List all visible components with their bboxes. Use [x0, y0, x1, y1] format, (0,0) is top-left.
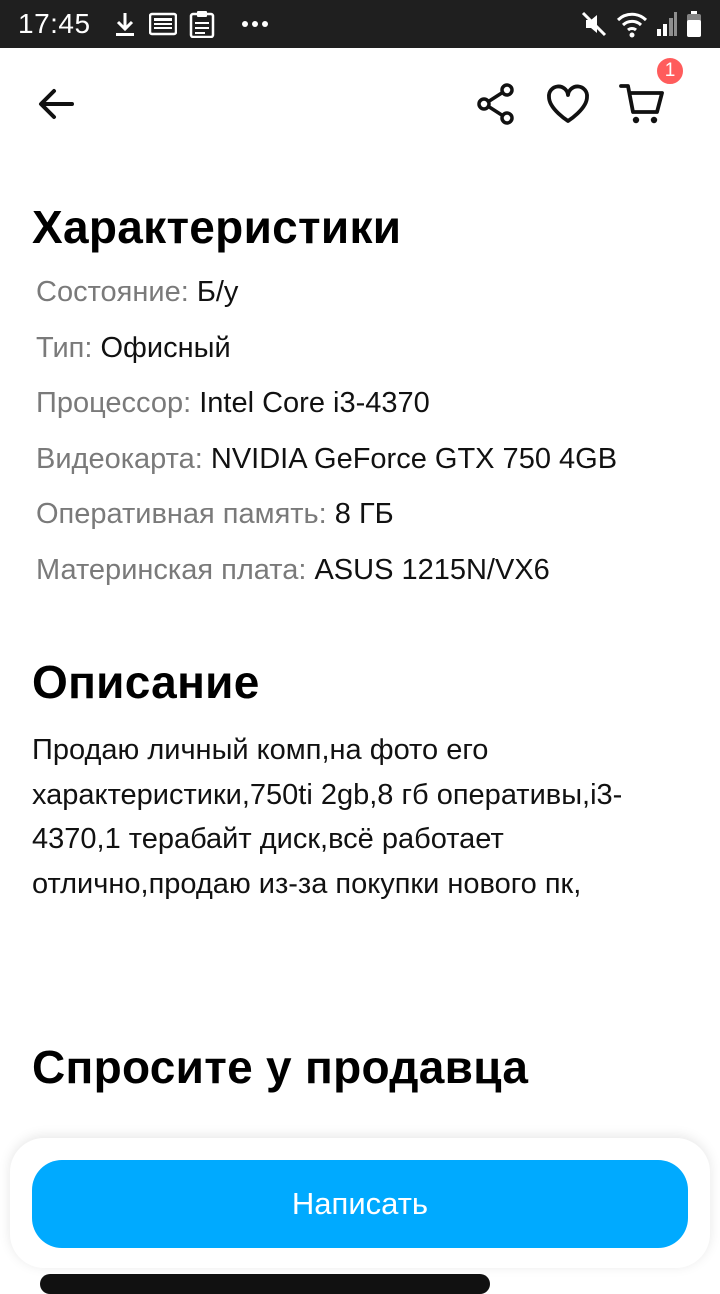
specs-list: Состояние: Б/у Тип: Офисный Процессор: I… [32, 272, 692, 605]
status-right-icons [580, 10, 702, 38]
heart-icon [547, 84, 589, 123]
app-bar [0, 48, 720, 160]
description-title: Описание [32, 656, 260, 708]
spec-value: Б/у [196, 276, 239, 308]
spec-label: Видеокарта: [36, 442, 203, 475]
description-text: Продаю личный комп,на фото его характери… [32, 734, 623, 900]
spec-value: Intel Core i3-4370 [199, 387, 430, 419]
clipboard-icon [189, 10, 215, 38]
wifi-icon [616, 10, 648, 38]
spec-label: Состояние: [36, 276, 189, 308]
specs-title: Характеристики [32, 201, 402, 253]
status-left-icons [113, 10, 269, 38]
battery-icon [686, 10, 702, 38]
share-button[interactable] [468, 76, 524, 132]
secondary-button-peek[interactable] [40, 1274, 490, 1294]
mute-icon [580, 10, 608, 38]
signal-icon [656, 11, 678, 37]
share-icon [477, 83, 514, 125]
spec-value: NVIDIA GeForce GTX 750 4GB [210, 442, 618, 475]
spec-value: ASUS 1215N/VX6 [314, 553, 550, 586]
spec-row-ram: Оперативная память: 8 ГБ [36, 494, 692, 550]
news-icon [148, 12, 177, 36]
spec-row-condition: Состояние: Б/у [36, 272, 692, 328]
spec-label: Процессор: [36, 387, 192, 419]
spec-row-type: Тип: Офисный [36, 328, 692, 384]
specs-section: Характеристики Состояние: Б/у Тип: Офисн… [32, 200, 692, 605]
write-message-button[interactable]: Написать [32, 1160, 688, 1248]
spec-label: Оперативная память: [36, 498, 327, 530]
download-icon [113, 11, 137, 37]
arrow-left-icon [39, 89, 74, 119]
cart-icon [619, 84, 664, 124]
ask-seller-title: Спросите у продавца [32, 1041, 529, 1093]
spec-value: 8 ГБ [334, 498, 394, 530]
spec-row-motherboard: Материнская плата: ASUS 1215N/VX6 [36, 550, 692, 606]
status-time: 17:45 [18, 8, 91, 39]
spec-row-videocard: Видеокарта: NVIDIA GeForce GTX 750 4GB [36, 439, 692, 495]
status-bar: 17:45 [0, 0, 720, 48]
cart-count-badge: 1 [655, 56, 685, 86]
spec-row-processor: Процессор: Intel Core i3-4370 [36, 383, 692, 439]
spec-label: Тип: [36, 331, 93, 364]
favorite-button[interactable] [540, 76, 596, 132]
spec-value: Офисный [100, 331, 231, 364]
back-button[interactable] [28, 76, 84, 132]
spec-label: Материнская плата: [36, 553, 307, 586]
more-dots-icon [241, 20, 269, 28]
